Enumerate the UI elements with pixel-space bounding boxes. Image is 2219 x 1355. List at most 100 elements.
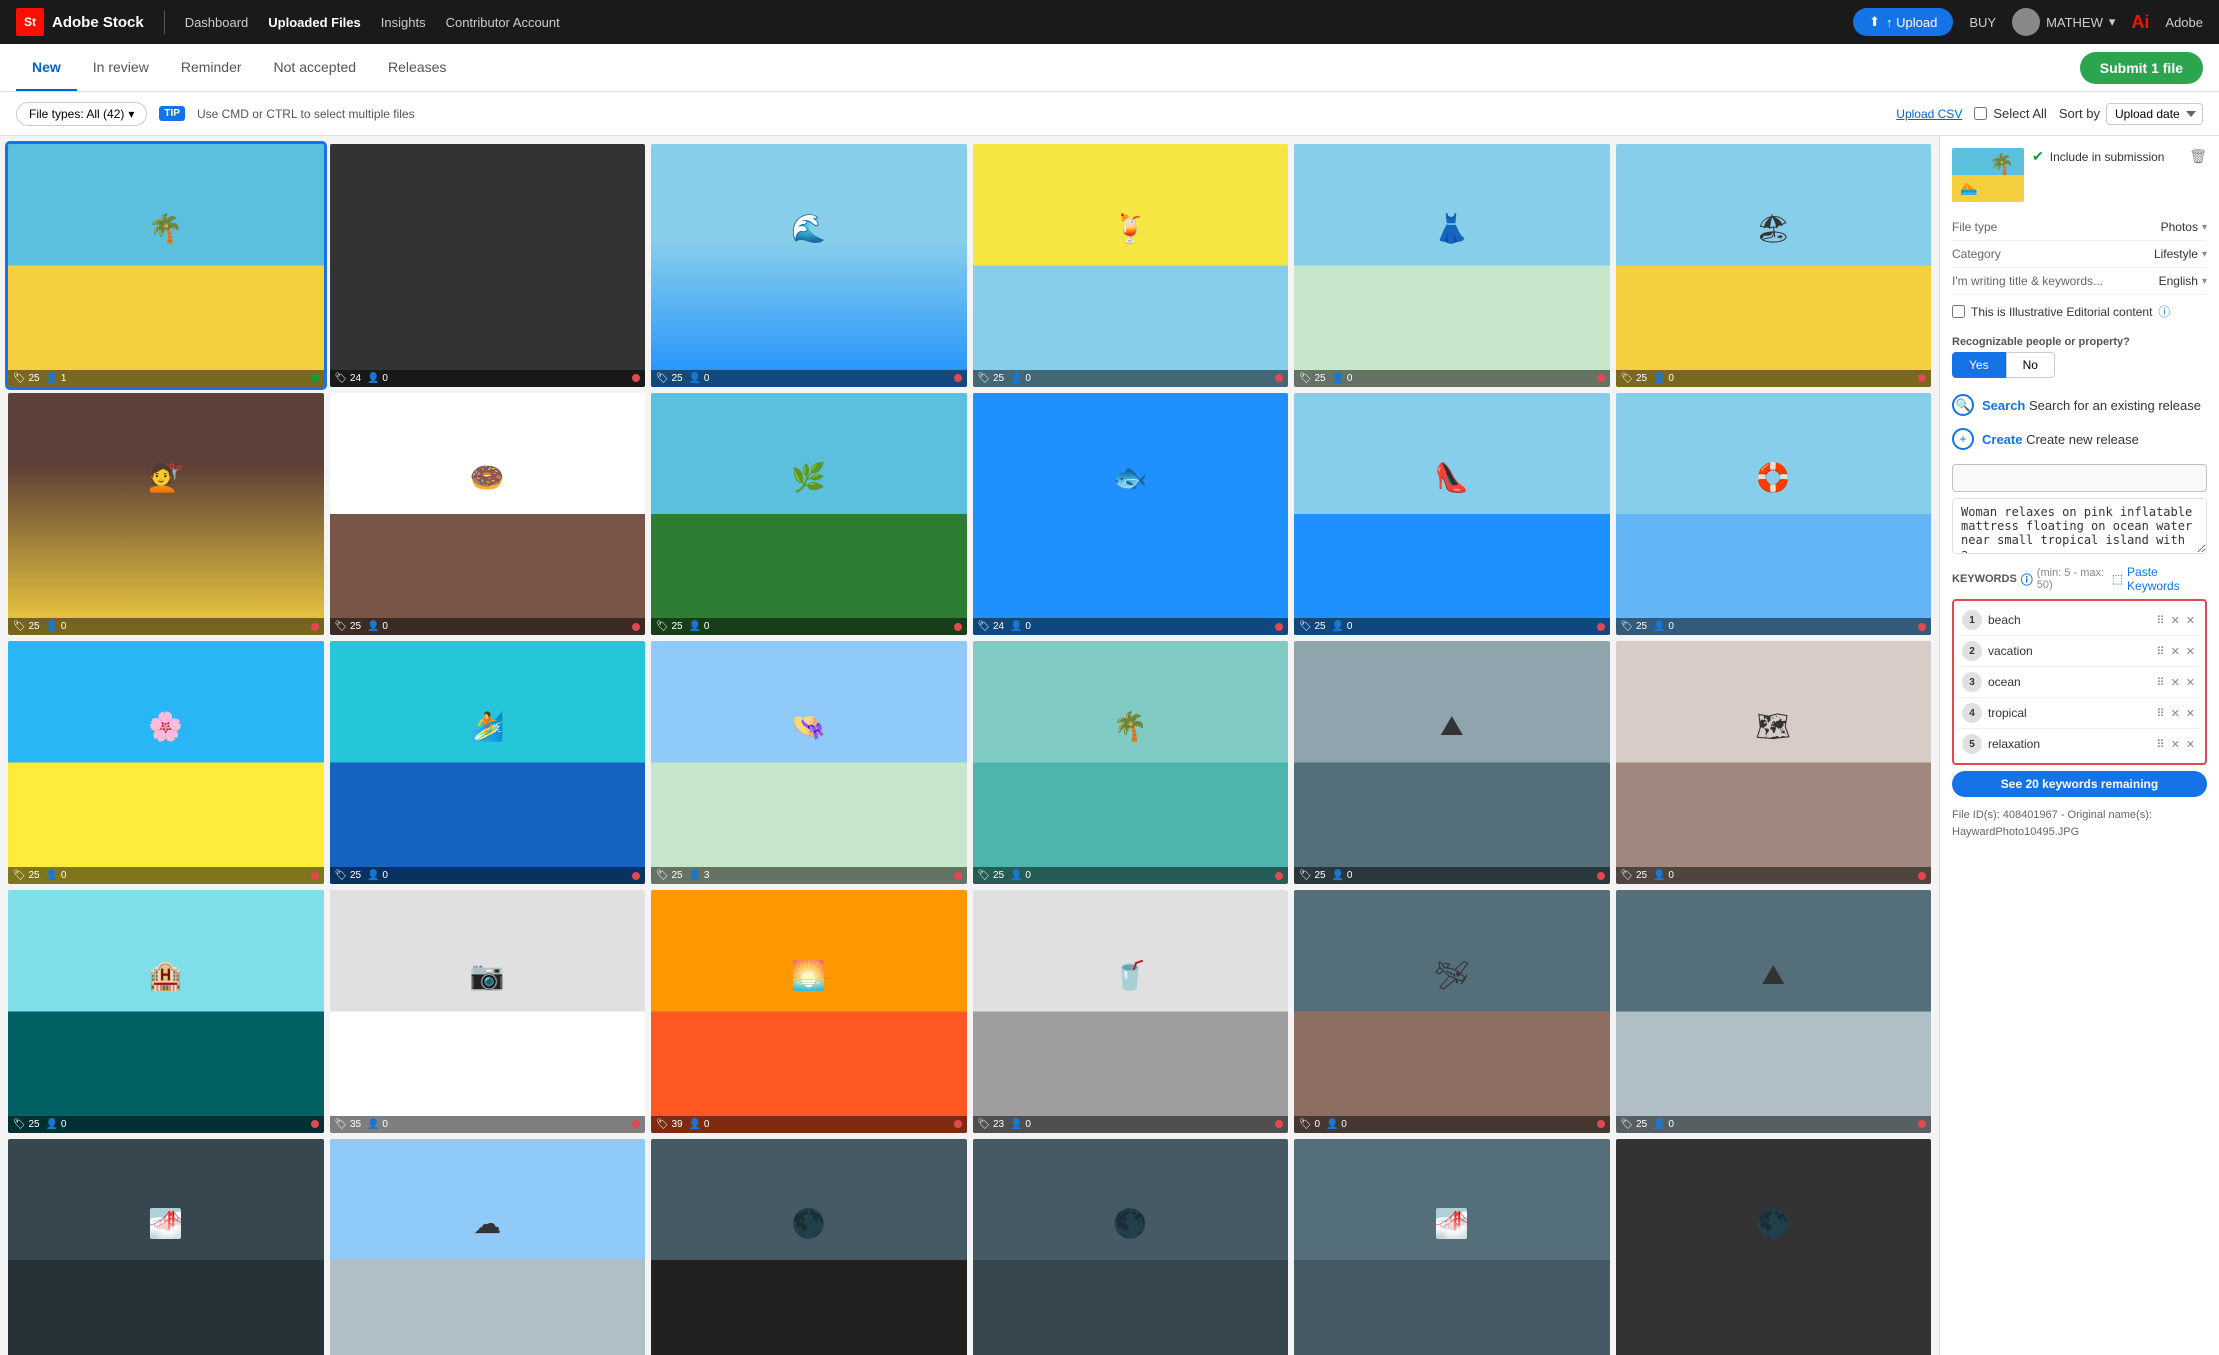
user-area[interactable]: MATHEW ▾: [2012, 8, 2115, 36]
preview-thumbnail: 🌴 🏊: [1952, 148, 2024, 202]
sort-by-label: Sort by: [2059, 106, 2100, 121]
keyword-item: 2 vacation ⠿ ✕ ✕: [1958, 636, 2201, 667]
select-all-checkbox[interactable]: [1974, 107, 1987, 120]
image-cell[interactable]: 🍩 🏷 25 👤 0: [330, 393, 646, 636]
editorial-checkbox[interactable]: [1952, 305, 1965, 318]
paste-keywords-button[interactable]: ⬚ Paste Keywords: [2112, 565, 2207, 593]
keyword-delete-button[interactable]: ✕: [2184, 706, 2197, 721]
delete-icon[interactable]: 🗑: [2189, 148, 2207, 165]
search-release-option[interactable]: 🔍 Search Search for an existing release: [1952, 388, 2207, 422]
keyword-edit-button[interactable]: ✕: [2169, 737, 2182, 752]
keyword-drag-handle[interactable]: ⠿: [2155, 644, 2167, 659]
image-cell[interactable]: 🌑 🏷 0 👤 0: [973, 1139, 1289, 1355]
file-type-filter[interactable]: File types: All (42) ▾: [16, 102, 147, 126]
keyword-number: 4: [1962, 703, 1982, 723]
keyword-delete-button[interactable]: ✕: [2184, 644, 2197, 659]
keyword-drag-handle[interactable]: ⠿: [2155, 737, 2167, 752]
tab-in-review[interactable]: In review: [77, 45, 165, 91]
upload-button[interactable]: ⬆ ↑ Upload: [1853, 8, 1953, 36]
chevron-down-icon: ▾: [128, 107, 134, 121]
keyword-text: vacation: [1988, 644, 2149, 658]
keyword-edit-button[interactable]: ✕: [2169, 675, 2182, 690]
nav-uploaded-files[interactable]: Uploaded Files: [268, 15, 360, 30]
image-cell[interactable]: 🏝 🏷 24 👤 0: [330, 144, 646, 387]
image-cell[interactable]: ☁ 🏷 0 👤 0: [330, 1139, 646, 1355]
image-cell[interactable]: 🌿 🏷 25 👤 0: [651, 393, 967, 636]
nav-insights[interactable]: Insights: [381, 15, 426, 30]
image-cell[interactable]: 🏖 🏷 25 👤 0: [1616, 144, 1932, 387]
image-cell[interactable]: 👗 🏷 25 👤 0: [1294, 144, 1610, 387]
image-cell[interactable]: 🌊 🏷 25 👤 0: [651, 144, 967, 387]
keyword-number: 2: [1962, 641, 1982, 661]
tab-releases[interactable]: Releases: [372, 45, 462, 91]
image-cell[interactable]: 🏄 🏷 25 👤 0: [330, 641, 646, 884]
title-textarea[interactable]: Woman relaxes on pink inflatable mattres…: [1952, 498, 2207, 554]
yes-button[interactable]: Yes: [1952, 352, 2006, 378]
sort-by-area: Sort by Upload date: [2059, 103, 2203, 125]
image-cell[interactable]: ⛰ 🏷 25 👤 0: [1616, 890, 1932, 1133]
nav-contributor-account[interactable]: Contributor Account: [446, 15, 560, 30]
category-field-value: Lifestyle ▾: [2154, 247, 2207, 261]
top-navigation: St Adobe Stock Dashboard Uploaded Files …: [0, 0, 2219, 44]
image-cell[interactable]: 🛟 🏷 25 👤 0: [1616, 393, 1932, 636]
keyword-actions: ⠿ ✕ ✕: [2155, 706, 2198, 721]
keyword-edit-button[interactable]: ✕: [2169, 644, 2182, 659]
chevron-icon: ▾: [2202, 222, 2207, 233]
image-cell[interactable]: 🌁 🏷 0 👤 0: [1294, 1139, 1610, 1355]
buy-link[interactable]: BUY: [1969, 15, 1996, 30]
image-cell[interactable]: 🍹 🏷 25 👤 0: [973, 144, 1289, 387]
create-release-icon: +: [1952, 428, 1974, 450]
keyword-drag-handle[interactable]: ⠿: [2155, 706, 2167, 721]
nav-divider: [164, 10, 165, 34]
keyword-delete-button[interactable]: ✕: [2184, 613, 2197, 628]
editorial-info-icon[interactable]: ⓘ: [2158, 303, 2170, 320]
select-all-area: Select All: [1974, 106, 2046, 121]
create-release-option[interactable]: + Create Create new release: [1952, 422, 2207, 456]
image-cell[interactable]: 🌴 🏷 25 👤 0: [973, 641, 1289, 884]
adobe-stock-logo: St: [16, 8, 44, 36]
keyword-drag-handle[interactable]: ⠿: [2155, 675, 2167, 690]
upload-csv-button[interactable]: Upload CSV: [1896, 107, 1962, 121]
include-cb-row: ✔ Include in submission 🗑: [2032, 148, 2207, 165]
image-cell[interactable]: 💇 🏷 25 👤 0: [8, 393, 324, 636]
image-cell[interactable]: ⛰ 🏷 25 👤 0: [1294, 641, 1610, 884]
submit-button[interactable]: Submit 1 file: [2080, 52, 2203, 84]
image-cell[interactable]: 🌴 🏷 25 👤 1: [8, 144, 324, 387]
image-cell[interactable]: 🗺 🏷 25 👤 0: [1616, 641, 1932, 884]
image-cell[interactable]: 🌑 🏷 0 👤 0: [651, 1139, 967, 1355]
keyword-actions: ⠿ ✕ ✕: [2155, 737, 2198, 752]
tab-new[interactable]: New: [16, 45, 77, 91]
keyword-edit-button[interactable]: ✕: [2169, 706, 2182, 721]
tab-reminder[interactable]: Reminder: [165, 45, 258, 91]
image-cell[interactable]: 🌁 🏷 25 👤 0: [8, 1139, 324, 1355]
keyword-drag-handle[interactable]: ⠿: [2155, 613, 2167, 628]
image-cell[interactable]: 🥤 🏷 23 👤 0: [973, 890, 1289, 1133]
language-field-label: I'm writing title & keywords...: [1952, 274, 2103, 288]
keyword-item: 4 tropical ⠿ ✕ ✕: [1958, 698, 2201, 729]
keyword-delete-button[interactable]: ✕: [2184, 675, 2197, 690]
tip-badge: TIP: [159, 106, 185, 121]
keywords-info-icon[interactable]: ⓘ: [2021, 571, 2033, 588]
keyword-delete-button[interactable]: ✕: [2184, 737, 2197, 752]
keyword-text: ocean: [1988, 675, 2149, 689]
preview-area: 🌴 🏊 ✔ Include in submission 🗑: [1952, 148, 2207, 202]
category-row[interactable]: Category Lifestyle ▾: [1952, 241, 2207, 268]
image-cell[interactable]: 🌑 🏷 0 👤 0: [1616, 1139, 1932, 1355]
image-cell[interactable]: 🛩 🏷 0 👤 0: [1294, 890, 1610, 1133]
see-more-keywords-button[interactable]: See 20 keywords remaining: [1952, 771, 2207, 797]
tab-not-accepted[interactable]: Not accepted: [258, 45, 373, 91]
language-row[interactable]: I'm writing title & keywords... English …: [1952, 268, 2207, 295]
no-button[interactable]: No: [2006, 352, 2055, 378]
nav-dashboard[interactable]: Dashboard: [185, 15, 249, 30]
image-cell[interactable]: 🌅 🏷 39 👤 0: [651, 890, 967, 1133]
keyword-actions: ⠿ ✕ ✕: [2155, 613, 2198, 628]
image-cell[interactable]: 👒 🏷 25 👤 3: [651, 641, 967, 884]
title-input-field[interactable]: [1952, 464, 2207, 492]
image-cell[interactable]: 🌸 🏷 25 👤 0: [8, 641, 324, 884]
image-cell[interactable]: 🏨 🏷 25 👤 0: [8, 890, 324, 1133]
sort-select[interactable]: Upload date: [2106, 103, 2203, 125]
image-cell[interactable]: 👠 🏷 25 👤 0: [1294, 393, 1610, 636]
image-cell[interactable]: 📷 🏷 35 👤 0: [330, 890, 646, 1133]
keyword-edit-button[interactable]: ✕: [2169, 613, 2182, 628]
image-cell[interactable]: 🐟 🏷 24 👤 0: [973, 393, 1289, 636]
